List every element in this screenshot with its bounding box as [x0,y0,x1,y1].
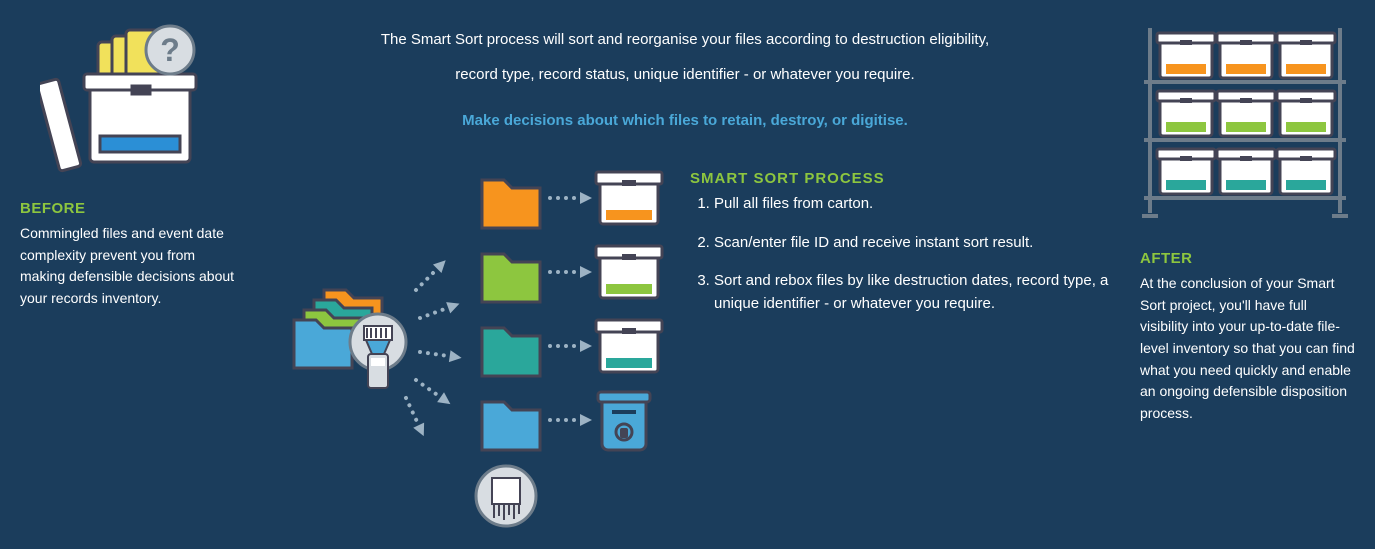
secure-bin-icon [598,392,650,450]
shelving-icon [1140,28,1350,218]
shelf-box-icon [1277,33,1335,78]
destination-boxes-icon [596,172,662,450]
shelf-box-icon [1217,91,1275,136]
shred-document-icon [476,466,536,526]
process-step-1: Pull all files from carton. [714,193,1110,216]
process-column: SMART SORT PROCESS Pull all files from c… [690,170,1110,331]
svg-text:?: ? [160,32,180,68]
shelf-box-icon [1277,149,1335,194]
intro-line-1: The Smart Sort process will sort and reo… [330,28,1040,51]
shelf-box-icon [1157,149,1215,194]
sorted-folders-icon [482,180,540,450]
shelf-box-icon [1277,91,1335,136]
shelf-box-icon [1157,91,1215,136]
flow-diagram-icon [280,170,680,530]
intro-text: The Smart Sort process will sort and reo… [330,28,1040,144]
commingled-box-icon: ? [40,20,200,180]
shelf-box-icon [1157,33,1215,78]
after-text: At the conclusion of your Smart Sort pro… [1140,273,1355,425]
fanout-arrows-icon [400,256,463,439]
before-text: Commingled files and event date complexi… [20,223,235,310]
tagline: Make decisions about which files to reta… [330,109,1040,132]
after-column: AFTER At the conclusion of your Smart So… [1140,250,1355,437]
after-label: AFTER [1140,250,1355,267]
intro-line-2: record type, record status, unique ident… [330,63,1040,86]
process-label: SMART SORT PROCESS [690,170,1110,187]
before-column: BEFORE Commingled files and event date c… [20,200,235,322]
to-box-arrows-icon [548,192,592,426]
process-step-2: Scan/enter file ID and receive instant s… [714,232,1110,255]
before-label: BEFORE [20,200,235,217]
shelf-box-icon [1217,149,1275,194]
process-step-3: Sort and rebox files by like destruction… [714,270,1110,315]
barcode-scanner-icon [350,314,406,388]
shelf-box-icon [1217,33,1275,78]
process-steps: Pull all files from carton. Scan/enter f… [690,193,1110,315]
